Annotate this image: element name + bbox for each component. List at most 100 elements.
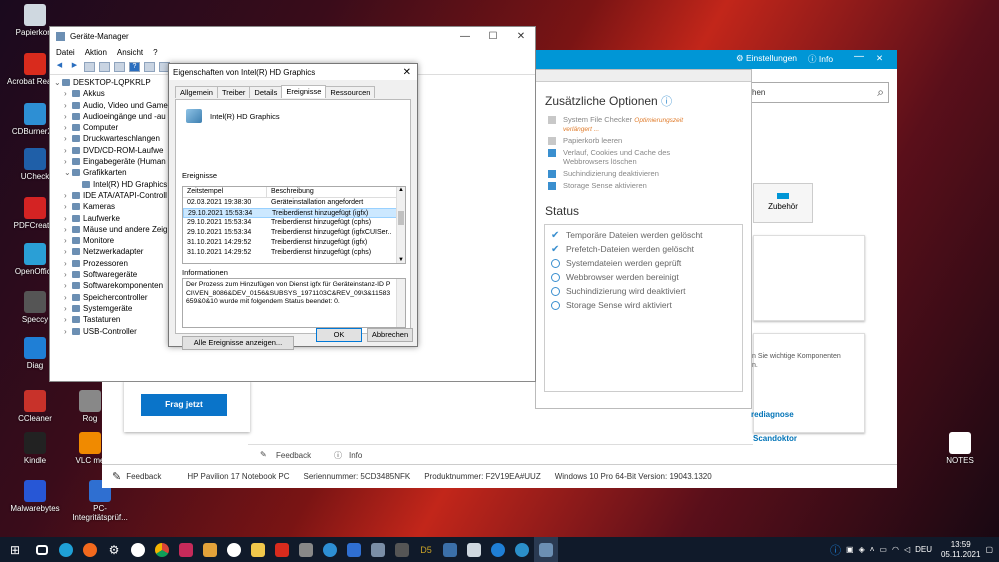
language-indicator[interactable]: DEU xyxy=(915,545,932,554)
tray-app-icon[interactable]: ▣ xyxy=(846,545,854,554)
tools-icon[interactable] xyxy=(294,537,318,562)
feedback-icon[interactable]: ✎ xyxy=(260,450,267,459)
list-icon[interactable] xyxy=(99,61,110,72)
app-icon[interactable] xyxy=(174,537,198,562)
chrome-icon[interactable] xyxy=(150,537,174,562)
settings-button[interactable]: ⚙ Einstellungen xyxy=(736,53,797,64)
info-button[interactable]: ⓘ Info xyxy=(808,53,833,65)
help-tray-icon[interactable]: ⓘ xyxy=(830,542,841,558)
col-description[interactable]: Beschreibung xyxy=(267,187,392,197)
network-app-icon[interactable] xyxy=(438,537,462,562)
minimize-icon[interactable]: — xyxy=(854,51,864,62)
chevron-right-icon[interactable]: › xyxy=(64,88,72,99)
checkbox-checked-icon[interactable] xyxy=(548,170,556,178)
task-view-icon[interactable] xyxy=(30,537,54,562)
checkbox-checked-icon[interactable] xyxy=(548,182,556,190)
desktop-icon[interactable]: Kindle xyxy=(5,432,65,465)
chevron-right-icon[interactable]: › xyxy=(64,292,72,303)
chevron-right-icon[interactable]: › xyxy=(64,314,72,325)
help-app-icon[interactable] xyxy=(486,537,510,562)
menu-item[interactable]: Aktion xyxy=(85,48,107,57)
option-checkbox[interactable]: Suchindizierung deaktivieren xyxy=(548,169,751,178)
chevron-right-icon[interactable]: › xyxy=(64,111,72,122)
checkbox-icon[interactable] xyxy=(548,137,556,145)
forward-icon[interactable]: ▶ xyxy=(69,62,80,72)
properties-icon[interactable] xyxy=(114,61,125,72)
chevron-right-icon[interactable]: › xyxy=(64,303,72,314)
menu-item[interactable]: Ansicht xyxy=(117,48,143,57)
col-timestamp[interactable]: Zeitstempel xyxy=(183,187,267,197)
photos-icon[interactable] xyxy=(366,537,390,562)
wifi-icon[interactable]: ◠ xyxy=(892,545,899,554)
chevron-right-icon[interactable]: › xyxy=(64,246,72,257)
chevron-down-icon[interactable]: ⌄ xyxy=(64,167,72,178)
events-list[interactable]: Zeitstempel Beschreibung 02.03.2021 19:3… xyxy=(182,186,406,264)
info-textbox[interactable]: Der Prozess zum Hinzufügen von Dienst ig… xyxy=(182,278,406,328)
all-events-button[interactable]: Alle Ereignisse anzeigen... xyxy=(182,336,294,350)
chevron-right-icon[interactable]: › xyxy=(64,100,72,111)
option-checkbox[interactable]: Papierkorb leeren xyxy=(548,136,751,145)
mail-icon[interactable] xyxy=(342,537,366,562)
tab-details[interactable]: Details xyxy=(249,86,283,98)
chevron-down-icon[interactable]: ⌄ xyxy=(54,77,62,88)
tab-ressourcen[interactable]: Ressourcen xyxy=(325,86,376,98)
clock-app-icon[interactable] xyxy=(126,537,150,562)
volume-icon[interactable]: ◁ xyxy=(904,545,910,554)
cdburner-icon[interactable] xyxy=(318,537,342,562)
feedback-icon[interactable]: ✎ xyxy=(112,470,121,483)
clock[interactable]: 13:59 05.11.2021 xyxy=(941,540,980,560)
chevron-up-icon[interactable]: ˄ xyxy=(870,545,875,554)
chevron-right-icon[interactable]: › xyxy=(64,258,72,269)
desktop-icon[interactable]: NOTES xyxy=(930,432,990,465)
word-icon[interactable] xyxy=(222,537,246,562)
events-scrollbar[interactable]: ▲ ▼ xyxy=(396,187,405,263)
paint-icon[interactable] xyxy=(198,537,222,562)
inner-feedback-link[interactable]: Feedback xyxy=(276,451,311,460)
view-icon[interactable] xyxy=(84,61,95,72)
info-icon[interactable]: ⓘ xyxy=(661,96,672,108)
tab-allgemein[interactable]: Allgemein xyxy=(175,86,218,98)
desktop-icon[interactable]: CCleaner xyxy=(5,390,65,423)
scroll-thumb[interactable] xyxy=(398,211,404,225)
maximize-icon[interactable]: ☐ xyxy=(479,31,507,42)
chevron-right-icon[interactable]: › xyxy=(64,224,72,235)
chevron-right-icon[interactable]: › xyxy=(64,280,72,291)
frag-jetzt-button[interactable]: Frag jetzt xyxy=(141,394,227,416)
checkbox-icon[interactable] xyxy=(548,116,556,124)
option-checkbox[interactable]: Verlauf, Cookies und Cache des Webbrowse… xyxy=(548,148,751,166)
tab-ereignisse[interactable]: Ereignisse xyxy=(281,85,327,98)
info-icon[interactable]: ⓘ xyxy=(334,450,342,461)
event-row[interactable]: 31.10.2021 14:29:52 Treiberdienst hinzuge… xyxy=(183,238,405,248)
d5-icon[interactable]: D5 xyxy=(414,537,438,562)
scroll-down-icon[interactable]: ▼ xyxy=(398,257,404,263)
search-field[interactable]: hen ⌕ xyxy=(749,82,889,103)
event-row[interactable]: 29.10.2021 15:53:34 Treiberdienst hinzuge… xyxy=(183,218,405,228)
notifications-icon[interactable]: ▢ xyxy=(985,545,993,554)
help-icon[interactable]: ? xyxy=(129,61,140,72)
device-manager-task-icon[interactable] xyxy=(534,537,558,562)
search-icon[interactable]: ⌕ xyxy=(877,85,884,100)
start-icon[interactable]: ⊞ xyxy=(0,537,30,562)
back-icon[interactable]: ◀ xyxy=(54,62,65,72)
footer-feedback-link[interactable]: Feedback xyxy=(126,472,161,481)
ok-button[interactable]: OK xyxy=(316,328,362,342)
hp-support-icon[interactable] xyxy=(462,537,486,562)
chevron-right-icon[interactable]: › xyxy=(64,190,72,201)
dropbox-icon[interactable]: ◈ xyxy=(859,545,865,554)
scroll-up-icon[interactable]: ▲ xyxy=(398,187,404,193)
chevron-right-icon[interactable]: › xyxy=(64,326,72,337)
event-row[interactable]: 29.10.2021 15:53:34 Treiberdienst hinzuge… xyxy=(183,228,405,238)
chevron-right-icon[interactable]: › xyxy=(64,235,72,246)
event-row[interactable]: 02.03.2021 19:38:30 Geräteinstallation an… xyxy=(183,198,405,208)
minimize-icon[interactable]: — xyxy=(451,31,479,42)
menu-item[interactable]: Datei xyxy=(56,48,75,57)
chevron-right-icon[interactable]: › xyxy=(64,156,72,167)
option-checkbox[interactable]: Storage Sense aktivieren xyxy=(548,181,751,190)
speedometer-icon[interactable] xyxy=(510,537,534,562)
cancel-button[interactable]: Abbrechen xyxy=(367,328,413,342)
acrobat-icon[interactable] xyxy=(270,537,294,562)
tab-treiber[interactable]: Treiber xyxy=(216,86,251,98)
desktop-icon[interactable]: Malwarebytes xyxy=(5,480,65,513)
edge-icon[interactable] xyxy=(54,537,78,562)
close-icon[interactable]: ✕ xyxy=(876,53,883,64)
